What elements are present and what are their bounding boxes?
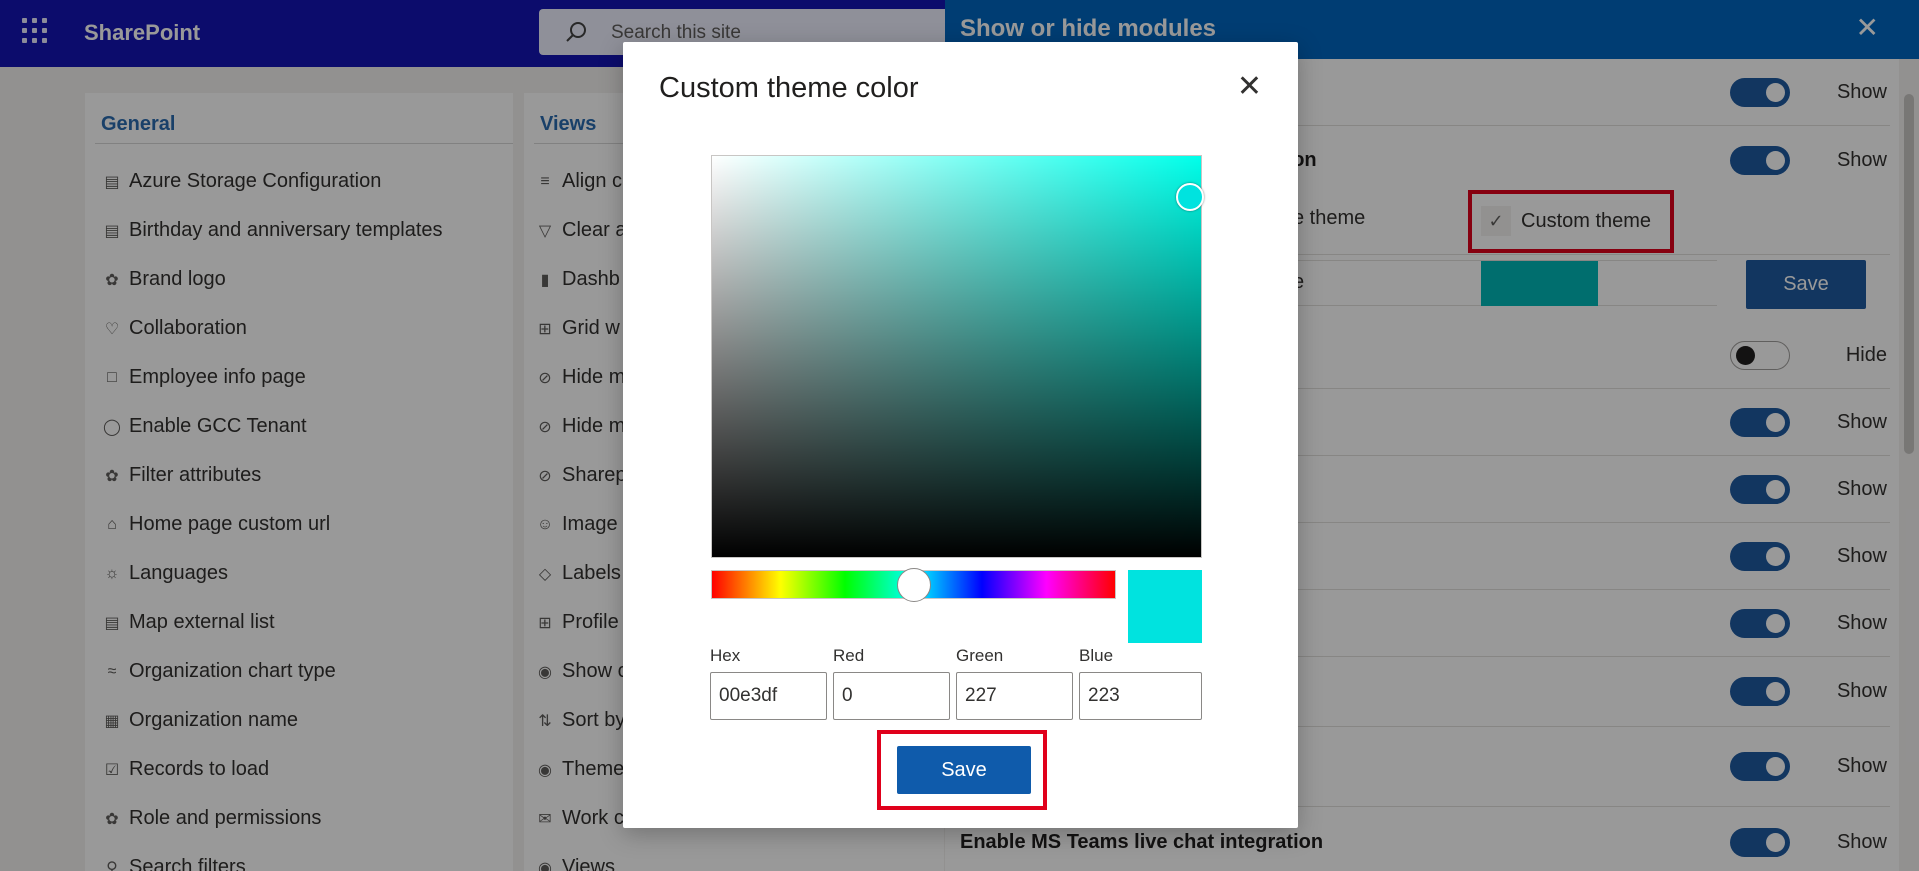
green-field-group: Green [956, 646, 1073, 720]
blue-input[interactable] [1079, 672, 1202, 720]
dialog-title: Custom theme color [659, 72, 919, 104]
blue-label: Blue [1079, 646, 1114, 665]
color-preview-swatch [1128, 570, 1202, 643]
save-highlight: Save [877, 730, 1047, 810]
blue-field-group: Blue [1079, 646, 1202, 720]
green-input[interactable] [956, 672, 1073, 720]
red-field-group: Red [833, 646, 950, 720]
hue-slider-thumb[interactable] [897, 568, 931, 602]
green-label: Green [956, 646, 1004, 665]
close-icon[interactable]: ✕ [1237, 72, 1262, 102]
hex-label: Hex [710, 646, 741, 665]
red-label: Red [833, 646, 865, 665]
red-input[interactable] [833, 672, 950, 720]
color-picker-thumb[interactable] [1176, 183, 1204, 211]
hue-slider[interactable] [711, 568, 1116, 602]
hex-field-group: Hex [710, 646, 827, 720]
saturation-value-picker[interactable] [711, 155, 1204, 558]
save-button[interactable]: Save [897, 746, 1031, 794]
hex-input[interactable] [710, 672, 827, 720]
custom-theme-color-dialog: Custom theme color ✕ Hex Red Green Blue … [623, 42, 1298, 828]
